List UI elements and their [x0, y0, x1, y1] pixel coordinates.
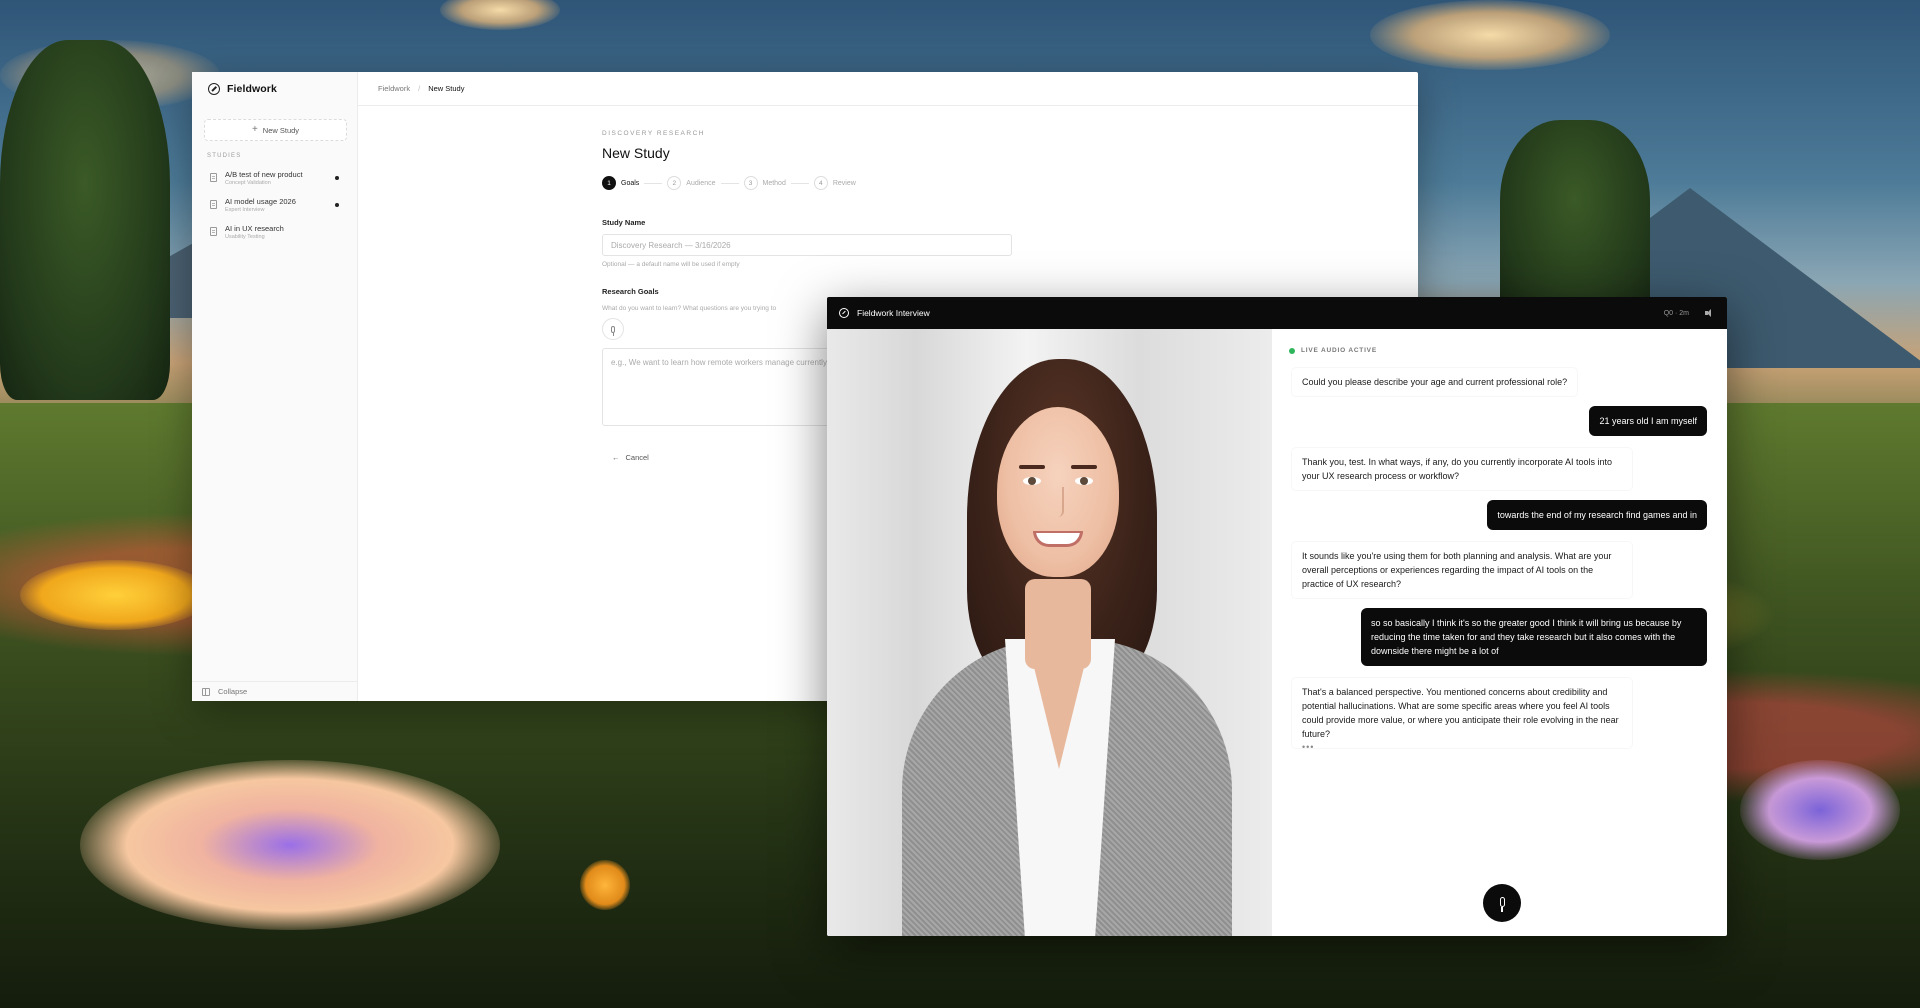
study-subtitle: Concept Validation [225, 180, 271, 186]
microphone-icon [1499, 896, 1505, 912]
step-number: 3 [743, 176, 758, 190]
study-name-input[interactable]: Discovery Research — 3/16/2026 [602, 234, 1012, 256]
study-title: AI model usage 2026 [225, 197, 296, 206]
document-icon [210, 200, 217, 209]
avatar-eye [1075, 477, 1093, 485]
avatar-smile [1033, 531, 1083, 547]
study-name-label: Study Name [602, 218, 646, 227]
form-eyebrow: DISCOVERY RESEARCH [602, 130, 705, 137]
step-label: Method [762, 179, 786, 187]
wallpaper-flower [1740, 760, 1900, 860]
wallpaper-tree [0, 40, 170, 400]
wallpaper-flower [580, 860, 630, 910]
user-message: towards the end of my research find game… [1487, 500, 1707, 530]
collapse-label: Collapse [218, 687, 248, 696]
brand[interactable]: Fieldwork [192, 72, 357, 106]
step-connector [790, 182, 809, 184]
interview-titlebar: Fieldwork Interview Q0 · 2m [827, 297, 1727, 329]
live-indicator-dot [1289, 347, 1295, 354]
study-name-hint: Optional — a default name will be used i… [602, 261, 740, 268]
ai-message: Could you please describe your age and c… [1292, 368, 1578, 396]
new-study-button[interactable]: + New Study [204, 119, 347, 141]
studies-section-label: STUDIES [207, 153, 242, 159]
dictate-button[interactable] [602, 318, 624, 340]
interviewer-video [827, 329, 1272, 936]
research-goals-label: Research Goals [602, 287, 659, 296]
collapse-button[interactable]: Collapse [192, 681, 357, 701]
study-subtitle: Usability Testing [225, 234, 265, 240]
avatar-nose [1052, 487, 1064, 517]
interview-title: Fieldwork Interview [857, 308, 930, 318]
avatar-brow [1019, 465, 1045, 469]
speaker-icon[interactable] [1705, 308, 1715, 318]
step-number: 2 [667, 176, 682, 190]
cancel-label: Cancel [625, 453, 649, 462]
live-audio-status: LIVE AUDIO ACTIVE [1289, 347, 1707, 354]
plus-icon: + [251, 124, 258, 135]
study-status-dot [335, 203, 339, 207]
avatar-face [997, 407, 1119, 577]
ai-message: It sounds like you're using them for bot… [1292, 542, 1632, 598]
microphone-icon [611, 325, 615, 336]
avatar-eye [1023, 477, 1041, 485]
breadcrumb-current: New Study [428, 84, 465, 93]
page-title: New Study [602, 145, 670, 161]
sidebar-collapse-icon [202, 687, 210, 696]
typing-indicator: ••• [1302, 742, 1315, 752]
user-message: so so basically I think it's so the grea… [1361, 608, 1707, 666]
microphone-button[interactable] [1483, 884, 1521, 922]
study-status-dot [335, 176, 339, 180]
step-label: Goals [621, 179, 640, 187]
sidebar-item-study[interactable]: AI model usage 2026 Expert Interview [192, 194, 357, 221]
wallpaper-flower [20, 560, 210, 630]
user-message: 21 years old I am myself [1589, 406, 1707, 436]
step-audience[interactable]: 2 Audience [667, 176, 716, 190]
wallpaper-cloud [1370, 0, 1610, 70]
new-study-label: New Study [262, 125, 300, 135]
sidebar-item-study[interactable]: AI in UX research Usability Testing [192, 221, 357, 248]
step-method[interactable]: 3 Method [743, 176, 786, 190]
breadcrumb-root[interactable]: Fieldwork [378, 84, 410, 93]
ai-message: That's a balanced perspective. You menti… [1292, 678, 1632, 748]
message-list: Could you please describe your age and c… [1292, 368, 1707, 752]
step-number: 4 [813, 176, 828, 190]
step-label: Audience [686, 179, 716, 187]
arrow-left-icon: ← [612, 453, 620, 462]
fieldwork-logo-icon [839, 308, 849, 318]
step-number: 1 [602, 176, 616, 190]
wallpaper-flower [80, 760, 500, 930]
document-icon [210, 173, 217, 182]
interview-window: Fieldwork Interview Q0 · 2m LIVE AUDIO A… [827, 297, 1727, 936]
sidebar: Fieldwork + New Study STUDIES A/B test o… [192, 72, 358, 701]
fieldwork-logo-icon [208, 83, 220, 95]
avatar-neck [1025, 579, 1091, 669]
wallpaper-cloud [440, 0, 560, 30]
avatar-brow [1071, 465, 1097, 469]
breadcrumb-separator: / [418, 84, 421, 93]
study-title: A/B test of new product [225, 170, 303, 179]
transcript-panel: LIVE AUDIO ACTIVE Could you please descr… [1272, 329, 1727, 936]
step-label: Review [832, 179, 856, 187]
document-icon [210, 227, 217, 236]
ai-message: Thank you, test. In what ways, if any, d… [1292, 448, 1632, 490]
study-subtitle: Expert Interview [225, 207, 265, 213]
step-review[interactable]: 4 Review [813, 176, 856, 190]
study-title: AI in UX research [225, 224, 284, 233]
step-connector [720, 182, 739, 184]
breadcrumb: Fieldwork / New Study [358, 72, 1418, 106]
interview-timer: Q0 · 2m [1663, 309, 1689, 317]
sidebar-item-study[interactable]: A/B test of new product Concept Validati… [192, 167, 357, 194]
stepper: 1 Goals 2 Audience 3 Method 4 Review [602, 176, 1022, 190]
step-connector [644, 182, 663, 184]
wallpaper-tree [1500, 120, 1650, 320]
live-audio-label: LIVE AUDIO ACTIVE [1301, 347, 1377, 354]
brand-name: Fieldwork [227, 83, 277, 95]
step-goals[interactable]: 1 Goals [602, 176, 639, 190]
